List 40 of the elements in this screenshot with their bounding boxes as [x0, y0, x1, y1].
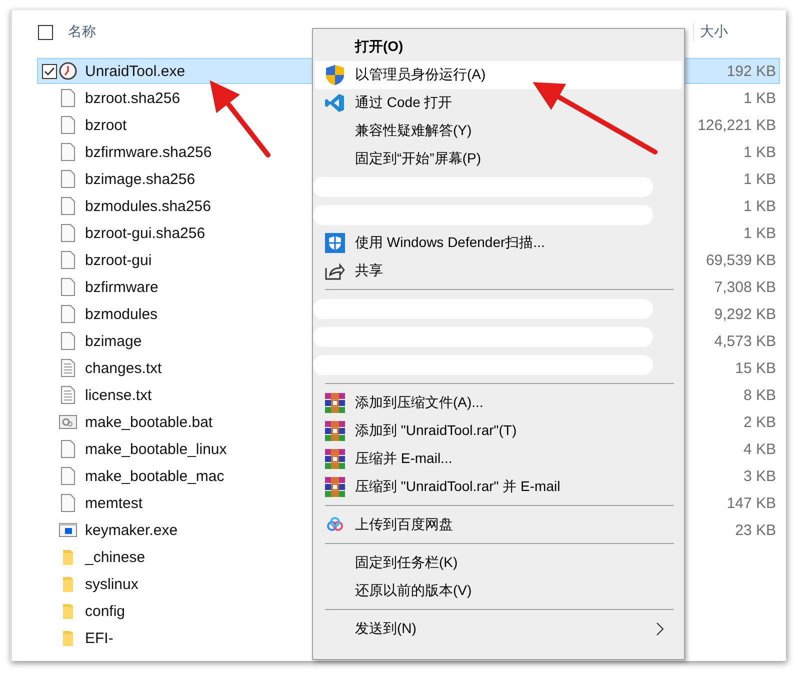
file-size: 1 KB [743, 144, 777, 160]
file-name: bzfirmware [85, 278, 158, 296]
file-size: 69,539 KB [706, 252, 777, 268]
file-size: 192 KB [726, 62, 777, 80]
file-size: 8 KB [743, 386, 777, 404]
file-name: bzroot-gui [85, 252, 152, 268]
file-size: 147 KB [726, 494, 777, 512]
file-name: make_bootable_linux [85, 440, 227, 458]
file-name: bzimage [85, 332, 142, 350]
file-name: license.txt [85, 386, 152, 404]
file-size: 3 KB [743, 468, 777, 484]
file-name: syslinux [85, 576, 138, 592]
file-size: 4,573 KB [714, 332, 777, 350]
file-name: keymaker.exe [85, 522, 178, 538]
file-name: make_bootable_mac [85, 468, 224, 484]
file-name: bzimage.sha256 [85, 170, 196, 188]
file-name: memtest [85, 494, 143, 512]
file-size: 7,308 KB [714, 278, 777, 296]
file-name: bzroot-gui.sha256 [85, 224, 206, 242]
file-size: 9,292 KB [714, 306, 777, 322]
file-name: bzroot.sha256 [85, 90, 180, 106]
file-size: 15 KB [735, 360, 777, 376]
file-size: 1 KB [743, 198, 777, 214]
file-size: 4 KB [743, 440, 777, 458]
file-name: bzroot [85, 116, 127, 134]
file-size: 23 KB [735, 522, 777, 538]
file-size: 1 KB [743, 170, 777, 188]
file-name: EFI- [85, 630, 114, 646]
file-name: config [85, 602, 126, 620]
file-name: changes.txt [85, 360, 162, 376]
file-size: 1 KB [743, 224, 777, 242]
file-size: 2 KB [743, 414, 777, 430]
file-name: UnraidTool.exe [85, 62, 186, 80]
file-name: bzmodules [85, 306, 158, 322]
file-size: 126,221 KB [698, 116, 777, 134]
file-name: _chinese [85, 548, 146, 566]
file-size: 1 KB [743, 90, 777, 106]
file-name: make_bootable.bat [85, 414, 213, 430]
file-name: bzfirmware.sha256 [85, 144, 212, 160]
file-name: bzmodules.sha256 [85, 198, 211, 214]
